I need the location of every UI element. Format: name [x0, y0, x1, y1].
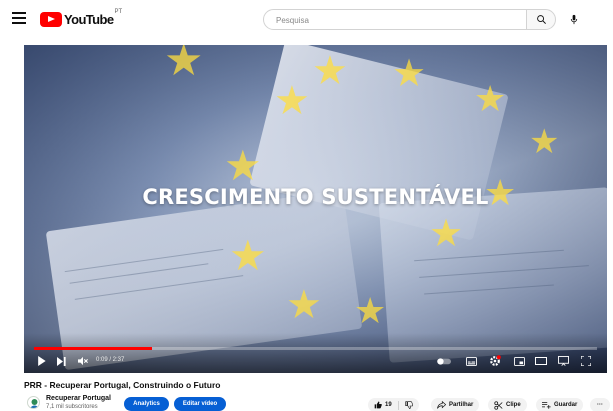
- eu-star-icon: ★: [286, 283, 322, 327]
- theater-icon: [535, 357, 547, 365]
- divider: [397, 400, 399, 410]
- theater-button[interactable]: [534, 353, 548, 369]
- eu-star-icon: ★: [392, 53, 427, 95]
- eu-star-icon: ★: [274, 79, 310, 123]
- search-icon: [536, 15, 546, 24]
- logo-country-code: PT: [114, 9, 123, 15]
- clip-button[interactable]: Clipe: [488, 398, 527, 411]
- cast-icon: [557, 356, 569, 366]
- fullscreen-button[interactable]: [579, 353, 593, 369]
- youtube-logo-icon: [40, 11, 62, 27]
- like-count: 19: [385, 402, 392, 408]
- analytics-button[interactable]: Analytics: [124, 397, 169, 411]
- clip-label: Clipe: [506, 402, 521, 408]
- mute-button[interactable]: [76, 353, 90, 369]
- subtitles-button[interactable]: [464, 353, 478, 369]
- more-actions-button[interactable]: ···: [590, 398, 610, 411]
- share-button[interactable]: Partilhar: [431, 398, 480, 411]
- next-button[interactable]: [54, 353, 68, 369]
- time-display: 0:09 / 2:37: [96, 357, 125, 363]
- share-label: Partilhar: [449, 402, 474, 408]
- eu-star-icon: ★: [229, 232, 267, 279]
- save-label: Guardar: [554, 402, 578, 408]
- mic-icon: [570, 14, 578, 24]
- youtube-logo[interactable]: YouTube PT: [40, 9, 123, 27]
- fullscreen-icon: [581, 356, 591, 366]
- eu-star-icon: ★: [529, 123, 560, 161]
- logo-text: YouTube: [64, 11, 114, 27]
- channel-name[interactable]: Recuperar Portugal: [46, 395, 111, 402]
- eu-star-icon: ★: [354, 290, 387, 331]
- voice-search-button[interactable]: [564, 9, 584, 29]
- search-input[interactable]: [264, 11, 526, 30]
- menu-icon[interactable]: [12, 12, 26, 24]
- search-box: [263, 9, 527, 30]
- subtitles-icon: [465, 356, 477, 366]
- like-icon[interactable]: [374, 401, 382, 409]
- cast-button[interactable]: [556, 353, 570, 369]
- masthead: YouTube PT: [0, 0, 613, 40]
- video-overlay-title: CRESCIMENTO SUSTENTÁVEL: [142, 185, 489, 209]
- eu-star-icon: ★: [224, 142, 262, 189]
- video-player[interactable]: ★ ★ ★ ★ ★ ★ ★ ★ ★ ★ ★ ★ CRESCIMENTO SUST…: [24, 45, 607, 373]
- eu-star-icon: ★: [474, 78, 507, 119]
- mute-icon: [78, 356, 88, 366]
- eu-star-icon: ★: [312, 49, 348, 93]
- eu-star-icon: ★: [429, 213, 464, 255]
- settings-icon: [490, 355, 501, 366]
- video-title: PRR - Recuperar Portugal, Construindo o …: [24, 380, 221, 390]
- progress-bar[interactable]: [34, 347, 597, 350]
- save-icon: [542, 402, 551, 409]
- clip-icon: [494, 400, 503, 410]
- autoplay-icon: [437, 357, 451, 365]
- player-controls: 0:09 / 2:37: [24, 351, 607, 371]
- save-button[interactable]: Guardar: [536, 398, 584, 411]
- dislike-icon[interactable]: [405, 401, 413, 409]
- miniplayer-button[interactable]: [512, 353, 526, 369]
- share-icon: [437, 401, 446, 409]
- play-icon: [37, 356, 46, 366]
- edit-video-button[interactable]: Editar vídeo: [174, 397, 226, 411]
- next-icon: [56, 356, 66, 366]
- settings-button[interactable]: [488, 353, 502, 369]
- eu-star-icon: ★: [164, 45, 204, 85]
- play-button[interactable]: [34, 353, 48, 369]
- like-dislike-group: 19: [368, 398, 419, 411]
- avatar[interactable]: [27, 396, 40, 409]
- progress-fill: [34, 347, 153, 350]
- search-button[interactable]: [526, 9, 556, 30]
- autoplay-toggle[interactable]: [436, 353, 452, 369]
- subscriber-count: 7,1 mil subscritores: [46, 404, 98, 410]
- miniplayer-icon: [513, 356, 525, 366]
